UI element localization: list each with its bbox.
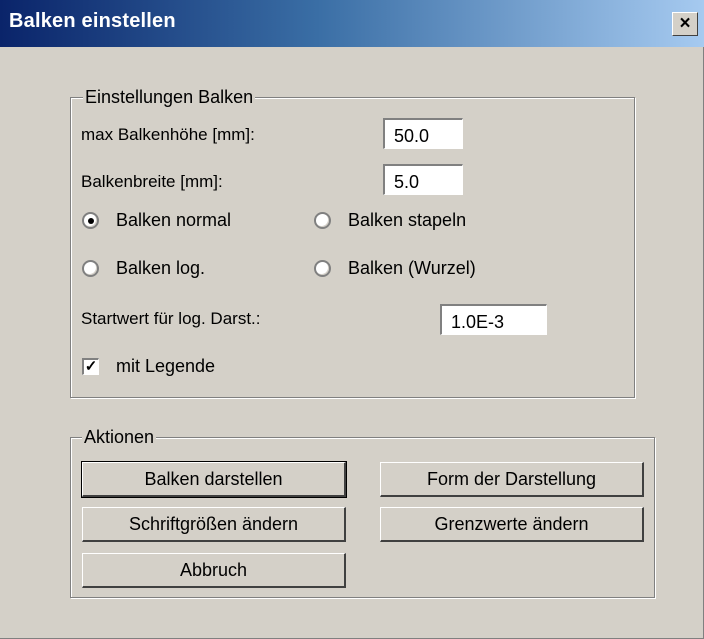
actions-group-title: Aktionen xyxy=(82,427,157,448)
max-height-label: max Balkenhöhe [mm]: xyxy=(81,125,255,144)
radio-label: Balken stapeln xyxy=(348,210,467,230)
radio-balken-stapeln[interactable]: Balken stapeln xyxy=(314,210,514,236)
legend-checkbox-label: mit Legende xyxy=(116,356,216,376)
max-height-input[interactable] xyxy=(383,118,463,149)
radio-label: Balken log. xyxy=(116,258,206,278)
radio-selected-dot xyxy=(88,218,94,224)
cancel-button[interactable]: Abbruch xyxy=(82,553,346,588)
font-sizes-button[interactable]: Schriftgrößen ändern xyxy=(82,507,346,542)
width-label: Balkenbreite [mm]: xyxy=(81,172,223,191)
legend-checkbox[interactable]: ✓ xyxy=(82,358,99,375)
legend-checkbox-row[interactable]: ✓ mit Legende xyxy=(82,356,282,382)
display-form-button[interactable]: Form der Darstellung xyxy=(380,462,644,497)
radio-label: Balken (Wurzel) xyxy=(348,258,476,278)
close-button[interactable]: × xyxy=(672,12,698,36)
radio-balken-log[interactable]: Balken log. xyxy=(82,258,282,284)
start-value-label: Startwert für log. Darst.: xyxy=(81,309,261,328)
window-title: Balken einstellen xyxy=(9,10,176,32)
radio-indicator xyxy=(82,260,99,277)
show-bars-button[interactable]: Balken darstellen xyxy=(81,461,347,498)
dialog-window: Balken einstellen × Einstellungen Balken… xyxy=(0,0,704,639)
radio-balken-wurzel[interactable]: Balken (Wurzel) xyxy=(314,258,514,284)
start-value-input[interactable] xyxy=(440,304,547,335)
title-bar[interactable]: Balken einstellen × xyxy=(0,0,704,47)
radio-indicator xyxy=(314,260,331,277)
radio-label: Balken normal xyxy=(116,210,232,230)
limits-button[interactable]: Grenzwerte ändern xyxy=(380,507,644,542)
radio-balken-normal[interactable]: Balken normal xyxy=(82,210,282,236)
width-input[interactable] xyxy=(383,164,463,195)
settings-group-title: Einstellungen Balken xyxy=(83,87,256,108)
radio-indicator xyxy=(314,212,331,229)
radio-indicator xyxy=(82,212,99,229)
